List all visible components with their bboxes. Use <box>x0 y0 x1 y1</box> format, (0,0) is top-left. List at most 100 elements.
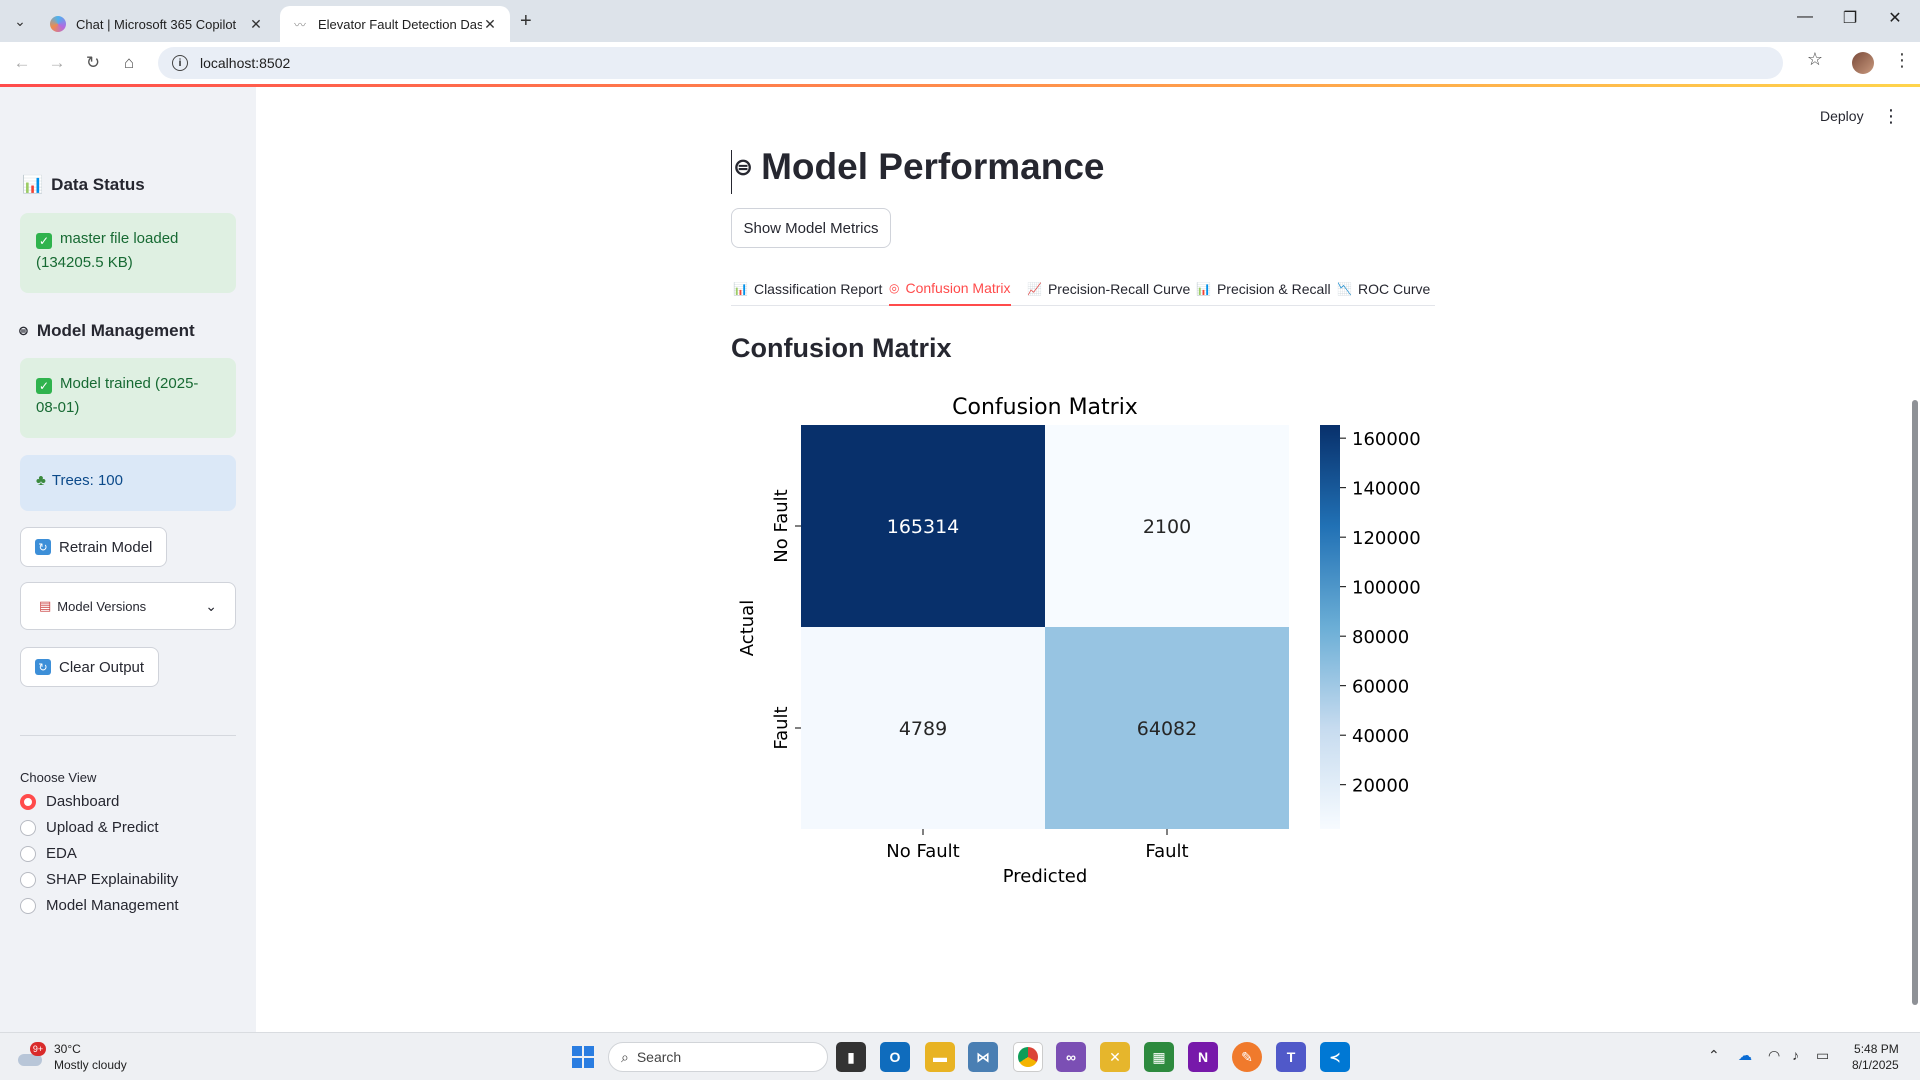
colorbar-tick-label: 80000 <box>1352 627 1409 648</box>
radio-eda[interactable]: EDA <box>20 845 77 862</box>
radio-upload-predict[interactable]: Upload & Predict <box>20 819 159 836</box>
brain-icon: ⊜ <box>733 153 754 181</box>
task-view-icon[interactable]: ▮ <box>836 1042 866 1072</box>
chrome-icon[interactable] <box>1013 1042 1043 1072</box>
vscode-icon[interactable]: ≺ <box>1320 1042 1350 1072</box>
choose-view-label: Choose View <box>20 770 97 785</box>
x-tick-label: No Fault <box>886 841 959 862</box>
cell-value-label: 64082 <box>1137 718 1197 740</box>
minimize-icon[interactable]: — <box>1790 8 1820 26</box>
search-icon: ⌕ <box>621 1048 629 1065</box>
model-management-heading: ⊜ Model Management <box>18 321 195 340</box>
colorbar-tick-label: 40000 <box>1352 726 1409 747</box>
url-text: localhost:8502 <box>200 55 291 71</box>
cell-value-label: 4789 <box>899 718 947 740</box>
radio-model-management[interactable]: Model Management <box>20 897 179 914</box>
browser-tab-dashboard[interactable]: 〰 Elevator Fault Detection Dashbo ✕ <box>280 6 510 42</box>
model-trained-message: Model trained (2025-08-01) <box>36 375 199 416</box>
tab-precision-recall-curve[interactable]: 📈 Precision-Recall Curve <box>1027 272 1190 306</box>
clear-output-button[interactable]: ↻ Clear Output <box>20 647 160 687</box>
colorbar-tick-label: 160000 <box>1352 429 1421 450</box>
page-title: ⊜ Model Performance <box>733 146 1105 187</box>
url-bar[interactable]: i localhost:8502 <box>158 47 1783 79</box>
chevron-up-icon[interactable]: ⌃ <box>1708 1047 1720 1064</box>
data-status-heading: 📊 Data Status <box>22 175 145 194</box>
bar-chart-icon: 📊 <box>733 282 748 296</box>
check-icon: ✓ <box>36 378 52 394</box>
tab-confusion-matrix[interactable]: ◎ Confusion Matrix <box>889 272 1011 306</box>
show-model-metrics-button[interactable]: Show Model Metrics <box>731 208 891 248</box>
tree-icon: ♣ <box>36 472 46 489</box>
sidebar: 📊 Data Status ✓ master file loaded (13420… <box>0 87 256 1032</box>
radio-dashboard[interactable]: Dashboard <box>20 793 119 810</box>
forward-icon[interactable]: → <box>46 53 68 73</box>
taskbar-search[interactable]: ⌕ Search <box>608 1042 828 1072</box>
teams-icon[interactable]: T <box>1276 1042 1306 1072</box>
home-icon[interactable]: ⌂ <box>118 53 140 73</box>
trend-down-icon: 📉 <box>1337 282 1352 296</box>
tab-title: Elevator Fault Detection Dashbo <box>318 16 482 32</box>
model-versions-expander[interactable]: ▤ Model Versions ⌄ <box>20 582 236 630</box>
colorbar-tick-label: 120000 <box>1352 528 1421 549</box>
clock-time: 5:48 PM <box>1854 1042 1899 1056</box>
section-title: Confusion Matrix <box>731 333 952 363</box>
metrics-tabs: 📊 Classification Report ◎ Confusion Matr… <box>731 272 1435 306</box>
model-trained-alert: ✓ Model trained (2025-08-01) <box>20 358 236 438</box>
trees-info-alert: ♣ Trees: 100 <box>20 455 236 511</box>
visual-studio-icon[interactable]: ∞ <box>1056 1042 1086 1072</box>
copilot-icon <box>50 16 66 32</box>
weather-desc: Mostly cloudy <box>54 1058 127 1072</box>
back-icon[interactable]: ← <box>11 53 33 73</box>
file-explorer-icon[interactable]: ▬ <box>925 1042 955 1072</box>
close-tab-icon[interactable]: ✕ <box>482 16 498 33</box>
close-tab-icon[interactable]: ✕ <box>248 16 264 33</box>
check-icon: ✓ <box>36 233 52 249</box>
sheet-app-icon[interactable]: ▦ <box>1144 1042 1174 1072</box>
tab-roc-curve[interactable]: 📉 ROC Curve <box>1337 272 1430 306</box>
onedrive-icon[interactable]: ☁ <box>1738 1047 1752 1064</box>
taskbar-clock[interactable]: 5:48 PM 8/1/2025 <box>1852 1041 1899 1073</box>
retrain-model-button[interactable]: ↻ Retrain Model <box>20 527 168 567</box>
page-scrollbar[interactable] <box>1912 400 1918 1005</box>
restore-icon[interactable]: ❐ <box>1835 8 1865 28</box>
radio-icon <box>20 845 36 862</box>
battery-icon[interactable]: ▭ <box>1816 1047 1829 1064</box>
close-window-icon[interactable]: ✕ <box>1880 8 1910 28</box>
weather-widget[interactable]: 9+ 30°C Mostly cloudy <box>18 1041 127 1073</box>
trees-message: Trees: 100 <box>51 472 123 489</box>
tab-precision-recall[interactable]: 📊 Precision & Recall <box>1196 272 1331 306</box>
windows-start-icon[interactable] <box>572 1046 594 1068</box>
cloud-icon: 9+ <box>18 1042 46 1068</box>
bookmark-star-icon[interactable]: ☆ <box>1807 49 1823 70</box>
new-tab-icon[interactable]: + <box>520 10 532 33</box>
weather-temp: 30°C <box>54 1042 81 1056</box>
wifi-icon[interactable]: ◠ <box>1768 1047 1780 1064</box>
tab-title: Chat | Microsoft 365 Copilot <box>76 16 237 32</box>
browser-tab-bar: ⌄ Chat | Microsoft 365 Copilot ✕ 〰 Eleva… <box>0 0 1920 42</box>
streamlit-icon: 〰 <box>293 17 306 32</box>
target-icon: ◎ <box>889 281 900 295</box>
site-info-icon[interactable]: i <box>172 55 188 71</box>
browser-menu-icon[interactable]: ⋮ <box>1893 50 1911 71</box>
tool-app-icon[interactable]: ✕ <box>1100 1042 1130 1072</box>
line-chart-icon: 📈 <box>1027 282 1042 296</box>
tab-search-dropdown[interactable]: ⌄ <box>8 9 32 33</box>
radio-shap[interactable]: SHAP Explainability <box>20 871 178 888</box>
colorbar <box>1320 425 1340 829</box>
address-bar-row: ← → ↻ ⌂ i localhost:8502 ☆ <box>0 42 1920 84</box>
tab-classification-report[interactable]: 📊 Classification Report <box>733 272 882 306</box>
colorbar-tick-label: 140000 <box>1352 479 1421 500</box>
volume-icon[interactable]: ♪ <box>1792 1047 1799 1063</box>
profile-avatar[interactable] <box>1852 52 1874 74</box>
y-axis-label: Actual <box>737 600 758 656</box>
onenote-icon[interactable]: N <box>1188 1042 1218 1072</box>
pen-app-icon[interactable]: ✎ <box>1232 1042 1262 1072</box>
network-app-icon[interactable]: ⋈ <box>968 1042 998 1072</box>
chevron-down-icon: ⌄ <box>205 597 217 614</box>
outlook-icon[interactable]: O <box>880 1042 910 1072</box>
app-menu-icon[interactable]: ⋮ <box>1882 106 1900 127</box>
reload-icon[interactable]: ↻ <box>82 53 104 73</box>
radio-selected-icon <box>20 793 36 810</box>
browser-tab-copilot[interactable]: Chat | Microsoft 365 Copilot ✕ <box>38 6 276 42</box>
deploy-button[interactable]: Deploy <box>1820 108 1864 124</box>
